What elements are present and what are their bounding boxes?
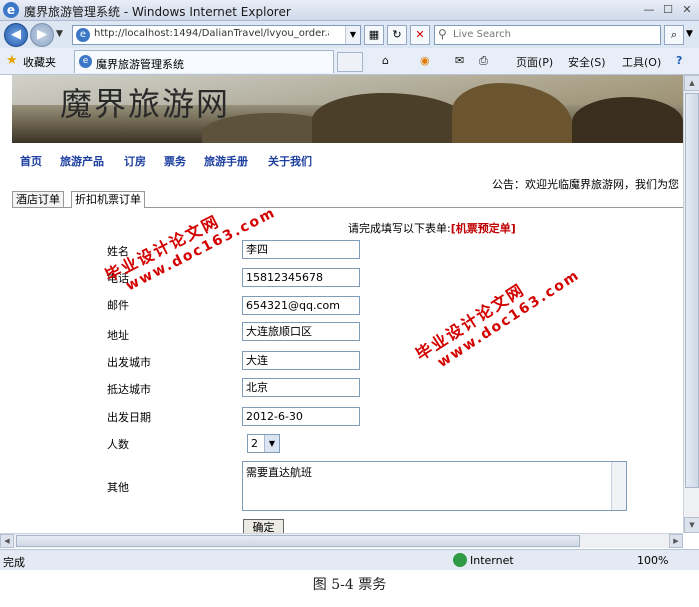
page-icon: e bbox=[76, 28, 90, 42]
email-field[interactable]: 654321@qq.com bbox=[242, 296, 360, 315]
address-url[interactable]: http://localhost:1494/DalianTravel/lvyou… bbox=[94, 28, 329, 39]
home-icon[interactable]: ⌂ bbox=[382, 54, 389, 67]
favorites-button[interactable]: 收藏夹 bbox=[23, 54, 56, 70]
tab-page-icon: e bbox=[79, 55, 92, 68]
people-value: 2 bbox=[251, 437, 258, 450]
tab-title: 魔界旅游管理系统 bbox=[96, 58, 184, 71]
menu-products[interactable]: 旅游产品 bbox=[60, 153, 104, 169]
print-icon[interactable]: ⎙ bbox=[479, 54, 488, 68]
menu-home[interactable]: 首页 bbox=[20, 153, 42, 169]
zoom-level[interactable]: 100% bbox=[637, 554, 668, 567]
hscroll-thumb[interactable] bbox=[16, 535, 580, 547]
arrival-city-field[interactable]: 北京 bbox=[242, 378, 360, 397]
feeds-icon[interactable]: ◉ bbox=[420, 54, 430, 67]
forward-button[interactable]: ▶ bbox=[30, 23, 54, 47]
form-title-prefix: 请完成填写以下表单: bbox=[348, 222, 451, 235]
people-label: 人数 bbox=[107, 438, 129, 451]
form-title: 请完成填写以下表单:[机票预定单] bbox=[348, 220, 516, 236]
notice-marquee: 公告：欢迎光临魔界旅游网，我们为您 bbox=[492, 178, 679, 191]
tab-flight-order[interactable]: 折扣机票订单 bbox=[71, 191, 145, 208]
tools-menu[interactable]: 工具(O) bbox=[622, 54, 661, 70]
favorites-star-icon[interactable]: ★ bbox=[6, 53, 18, 68]
other-label: 其他 bbox=[107, 481, 129, 494]
textarea-scrollbar[interactable] bbox=[611, 462, 626, 510]
menu-tickets[interactable]: 票务 bbox=[164, 153, 186, 169]
watermark: 毕业设计论文网 www.doc163.com bbox=[410, 247, 583, 379]
menu-rooms[interactable]: 订房 bbox=[124, 153, 146, 169]
window-title: 魔界旅游管理系统 - Windows Internet Explorer bbox=[24, 5, 291, 19]
other-value: 需要直达航班 bbox=[246, 466, 312, 479]
departure-city-field[interactable]: 大连 bbox=[242, 351, 360, 370]
search-placeholder[interactable]: Live Search bbox=[453, 29, 511, 40]
banner-rock bbox=[572, 97, 683, 143]
refresh-button[interactable]: ↻ bbox=[387, 25, 407, 45]
departure-date-label: 出发日期 bbox=[107, 411, 151, 424]
vertical-scrollbar[interactable]: ▲ ▼ bbox=[683, 75, 699, 533]
scroll-left-icon[interactable]: ◀ bbox=[0, 534, 14, 548]
compatibility-icon[interactable]: ▦ bbox=[364, 25, 384, 45]
figure-caption: 图 5-4 票务 bbox=[312, 577, 387, 593]
security-zone[interactable]: Internet bbox=[470, 554, 514, 567]
people-select[interactable]: 2 ▼ bbox=[247, 434, 280, 453]
address-dropdown-icon[interactable]: ▼ bbox=[345, 26, 360, 44]
tab-hotel-order[interactable]: 酒店订单 bbox=[12, 191, 64, 207]
site-banner: 魔界旅游网 bbox=[12, 75, 683, 143]
back-button[interactable]: ◀ bbox=[4, 23, 28, 47]
chevron-down-icon[interactable]: ▼ bbox=[264, 435, 279, 452]
search-options-icon[interactable]: ▼ bbox=[686, 29, 693, 39]
ie-logo-icon: e bbox=[3, 2, 19, 18]
status-bar: 完成 Internet 100% bbox=[0, 549, 699, 570]
arrival-city-label: 抵达城市 bbox=[107, 383, 151, 396]
search-box[interactable]: ⚲ Live Search bbox=[434, 25, 661, 45]
submit-button[interactable]: 确定 bbox=[243, 519, 284, 533]
history-dropdown-icon[interactable]: ▼ bbox=[56, 29, 63, 39]
status-text: 完成 bbox=[3, 556, 25, 569]
minimize-button[interactable]: — bbox=[641, 2, 657, 17]
help-icon[interactable]: ? bbox=[676, 54, 682, 67]
page-tabs: 酒店订单 折扣机票订单 bbox=[12, 191, 683, 208]
scroll-down-icon[interactable]: ▼ bbox=[684, 517, 699, 533]
stop-button[interactable]: ✕ bbox=[410, 25, 430, 45]
favorites-bar: ★ 收藏夹 e 魔界旅游管理系统 ⌂ ◉ ✉ ⎙ 页面(P) 安全(S) 工具(… bbox=[0, 48, 699, 75]
menu-about[interactable]: 关于我们 bbox=[268, 153, 312, 169]
scroll-up-icon[interactable]: ▲ bbox=[684, 75, 699, 91]
maximize-button[interactable]: ☐ bbox=[660, 2, 676, 17]
scroll-right-icon[interactable]: ▶ bbox=[669, 534, 683, 548]
page-menu[interactable]: 页面(P) bbox=[516, 54, 553, 70]
safety-menu[interactable]: 安全(S) bbox=[568, 54, 606, 70]
other-textarea[interactable]: 需要直达航班 bbox=[242, 461, 627, 511]
phone-field[interactable]: 15812345678 bbox=[242, 268, 360, 287]
search-icon: ⚲ bbox=[438, 27, 447, 41]
address-bar[interactable]: e http://localhost:1494/DalianTravel/lvy… bbox=[72, 25, 361, 45]
name-field[interactable]: 李四 bbox=[242, 240, 360, 259]
address-label: 地址 bbox=[107, 329, 129, 342]
new-tab-button[interactable] bbox=[337, 52, 363, 72]
horizontal-scrollbar[interactable]: ◀ ▶ bbox=[0, 533, 683, 548]
form-title-highlight: [机票预定单] bbox=[450, 222, 516, 235]
watermark-line1: 毕业设计论文网 bbox=[412, 279, 529, 365]
menu-handbook[interactable]: 旅游手册 bbox=[204, 153, 248, 169]
navigation-bar: ◀ ▶ ▼ e http://localhost:1494/DalianTrav… bbox=[0, 21, 699, 48]
close-window-button[interactable]: ✕ bbox=[679, 2, 695, 17]
mail-icon[interactable]: ✉ bbox=[455, 54, 464, 67]
page-viewport: 魔界旅游网 首页 旅游产品 订房 票务 旅游手册 关于我们 公告：欢迎光临魔界旅… bbox=[0, 75, 683, 533]
scroll-thumb[interactable] bbox=[685, 93, 699, 488]
departure-date-field[interactable]: 2012-6-30 bbox=[242, 407, 360, 426]
window-title-bar: e 魔界旅游管理系统 - Windows Internet Explorer —… bbox=[0, 0, 699, 21]
site-menu: 首页 旅游产品 订房 票务 旅游手册 关于我们 bbox=[12, 153, 683, 171]
address-field[interactable]: 大连旅顺口区 bbox=[242, 322, 360, 341]
globe-icon bbox=[453, 553, 467, 567]
search-button[interactable]: ⌕ bbox=[664, 25, 684, 45]
departure-city-label: 出发城市 bbox=[107, 356, 151, 369]
site-name: 魔界旅游网 bbox=[60, 85, 231, 123]
browser-tab[interactable]: e 魔界旅游管理系统 bbox=[74, 50, 334, 73]
